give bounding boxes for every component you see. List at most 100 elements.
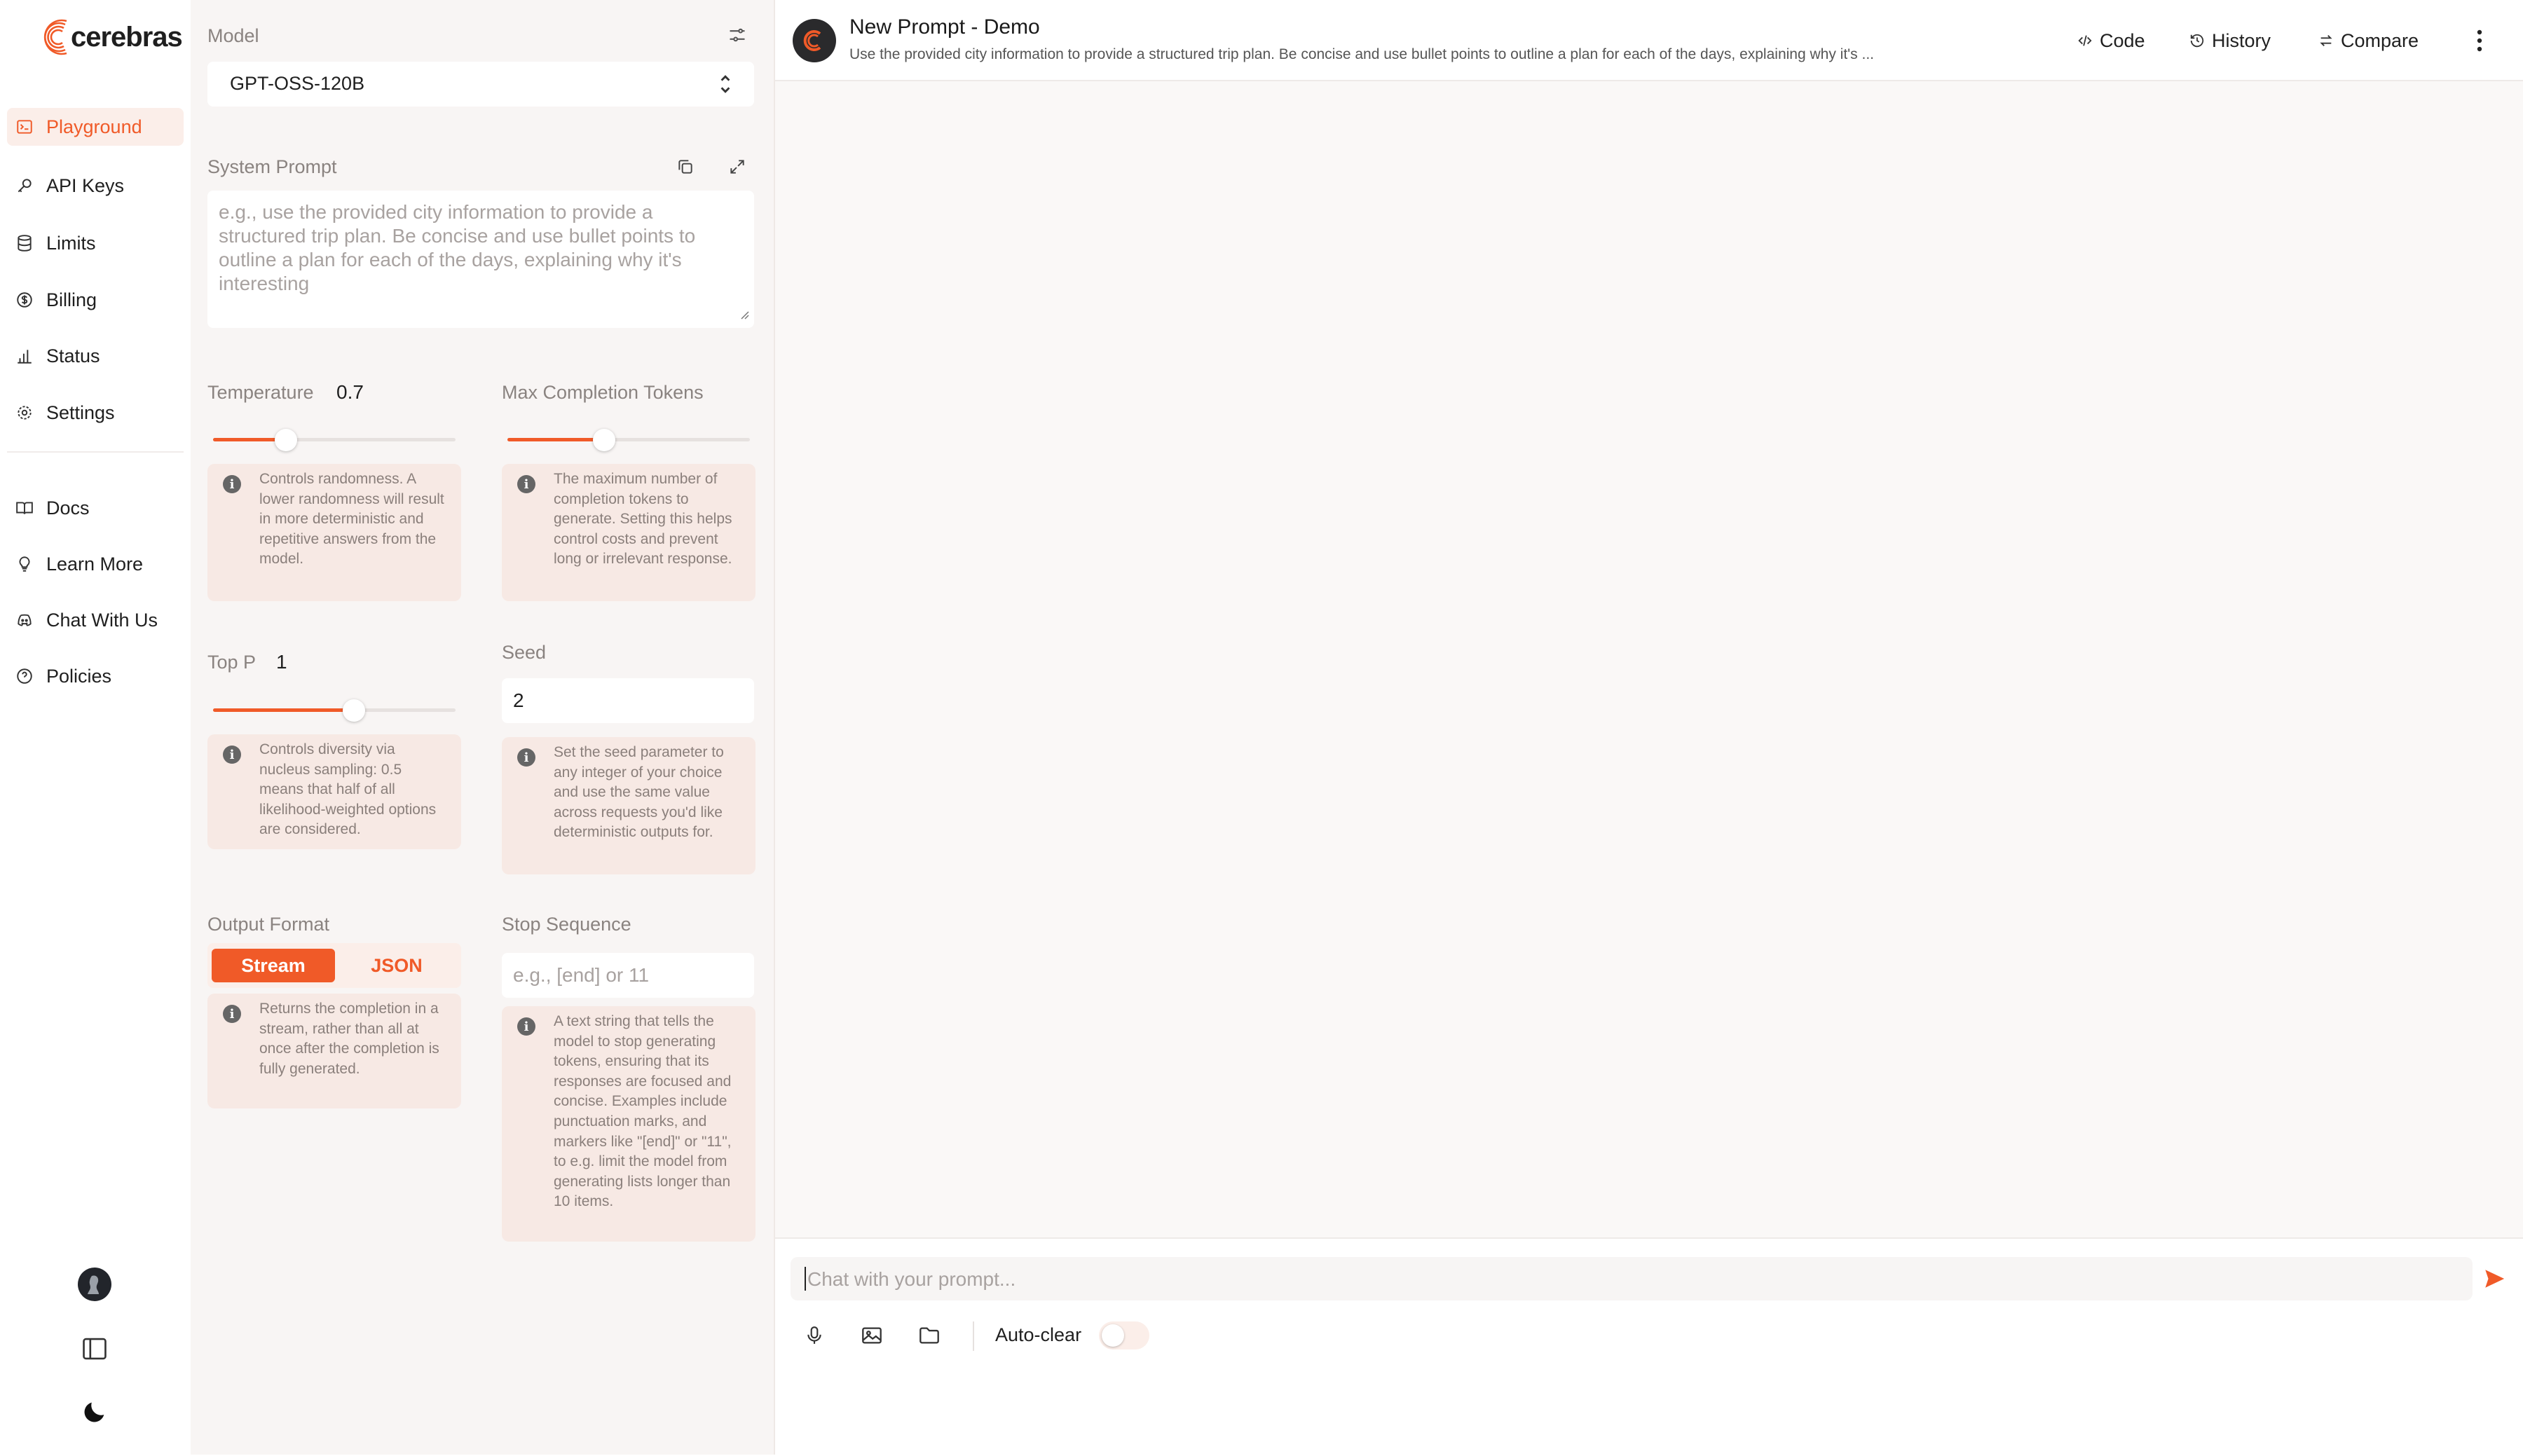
seed-value: 2 xyxy=(513,689,524,711)
json-option-button[interactable]: JSON xyxy=(336,949,457,982)
chat-input[interactable]: Chat with your prompt... xyxy=(791,1257,2473,1300)
sidebar-item-chat-with-us[interactable]: Chat With Us xyxy=(7,601,184,639)
auto-clear-label: Auto-clear xyxy=(995,1324,1082,1345)
book-icon xyxy=(14,497,35,518)
cerebras-logo[interactable]: cerebras xyxy=(39,13,183,62)
gear-icon xyxy=(14,402,35,423)
sidebar-item-policies[interactable]: Policies xyxy=(7,657,184,695)
sidebar-toggle-icon[interactable] xyxy=(77,1331,112,1366)
history-icon xyxy=(2189,33,2205,48)
sidebar-item-billing[interactable]: Billing xyxy=(7,281,184,319)
seed-input[interactable]: 2 xyxy=(502,678,754,723)
discord-icon xyxy=(14,610,35,631)
info-text: Returns the completion in a stream, rath… xyxy=(259,1001,439,1077)
model-value: GPT-OSS-120B xyxy=(230,73,365,94)
slider-fill xyxy=(507,438,605,441)
stop-sequence-placeholder: e.g., [end] or 11 xyxy=(513,964,650,986)
info-text: Controls randomness. A lower randomness … xyxy=(259,471,444,568)
sidebar-item-playground[interactable]: Playground xyxy=(7,108,184,146)
slider-fill xyxy=(213,708,354,712)
slider-thumb[interactable] xyxy=(274,429,297,451)
seed-label: Seed xyxy=(502,642,547,663)
top-p-label: Top P xyxy=(207,652,257,673)
code-button-label: Code xyxy=(2100,29,2145,51)
slider-thumb[interactable] xyxy=(342,699,365,722)
sidebar-item-label: Docs xyxy=(46,497,90,518)
info-text: Controls diversity via nucleus sampling:… xyxy=(259,741,437,838)
prompt-subtitle: Use the provided city information to pro… xyxy=(849,46,1875,62)
sidebar-item-status[interactable]: Status xyxy=(7,337,184,375)
dollar-icon xyxy=(14,289,35,310)
sidebar-item-label: Playground xyxy=(46,116,142,137)
info-text: Set the seed parameter to any integer of… xyxy=(554,744,724,841)
microphone-icon[interactable] xyxy=(799,1320,830,1351)
compare-button[interactable]: Compare xyxy=(2318,27,2419,55)
sidebar-item-label: Status xyxy=(46,345,100,366)
sidebar-item-learn-more[interactable]: Learn More xyxy=(7,545,184,583)
max-tokens-slider[interactable] xyxy=(507,426,750,454)
model-label: Model xyxy=(207,25,259,46)
stop-sequence-input[interactable]: e.g., [end] or 11 xyxy=(502,953,754,998)
seed-info: i Set the seed parameter to any integer … xyxy=(502,737,755,874)
terminal-icon xyxy=(14,116,35,137)
sidebar-item-label: Learn More xyxy=(46,553,144,575)
sidebar-nav: cerebras Playground API Keys Limits Bill… xyxy=(0,0,192,1455)
user-avatar[interactable] xyxy=(77,1267,112,1302)
chat-area xyxy=(775,0,2523,1455)
chevron-updown-icon xyxy=(718,71,733,100)
stream-option-button[interactable]: Stream xyxy=(212,949,335,982)
composer: Chat with your prompt... Auto-clear xyxy=(775,1237,2523,1456)
output-format-label: Output Format xyxy=(207,914,330,935)
avatar-image xyxy=(78,1268,111,1301)
info-text: The maximum number of completion tokens … xyxy=(554,471,732,568)
settings-panel: Model GPT-OSS-120B System Prompt e.g., u… xyxy=(191,0,775,1455)
folder-icon[interactable] xyxy=(914,1320,945,1351)
nav-divider xyxy=(7,451,184,453)
system-prompt-label: System Prompt xyxy=(207,156,337,177)
info-icon: i xyxy=(223,746,241,764)
top-p-slider[interactable] xyxy=(213,696,456,724)
temperature-label: Temperature xyxy=(207,382,314,403)
temperature-value: 0.7 xyxy=(336,381,364,403)
lightbulb-icon xyxy=(14,554,35,575)
more-options-icon[interactable] xyxy=(2464,25,2495,56)
expand-icon[interactable] xyxy=(723,153,751,181)
history-button-label: History xyxy=(2212,29,2271,51)
max-tokens-info: i The maximum number of completion token… xyxy=(502,464,755,601)
info-icon: i xyxy=(517,748,535,767)
slider-thumb[interactable] xyxy=(593,429,616,451)
max-tokens-label: Max Completion Tokens xyxy=(502,382,704,403)
prompt-title: New Prompt - Demo xyxy=(849,15,1040,39)
sidebar-item-docs[interactable]: Docs xyxy=(7,489,184,527)
info-icon: i xyxy=(223,475,241,493)
code-icon xyxy=(2077,33,2093,48)
copy-icon[interactable] xyxy=(671,153,699,181)
auto-clear-toggle[interactable] xyxy=(1099,1321,1149,1349)
info-icon: i xyxy=(223,1005,241,1023)
prompt-header: New Prompt - Demo Use the provided city … xyxy=(775,0,2523,81)
model-select[interactable]: GPT-OSS-120B xyxy=(207,62,754,107)
compare-button-label: Compare xyxy=(2341,29,2419,51)
image-icon[interactable] xyxy=(856,1320,887,1351)
sidebar-item-settings[interactable]: Settings xyxy=(7,394,184,432)
temperature-slider[interactable] xyxy=(213,426,456,454)
stop-sequence-label: Stop Sequence xyxy=(502,914,631,935)
info-text: A text string that tells the model to st… xyxy=(554,1013,732,1210)
code-button[interactable]: Code xyxy=(2077,27,2145,55)
moon-icon[interactable] xyxy=(77,1394,112,1429)
sidebar-item-api-keys[interactable]: API Keys xyxy=(7,167,184,205)
key-icon xyxy=(14,175,35,196)
resize-handle-icon[interactable] xyxy=(737,308,750,324)
sidebar-item-label: Limits xyxy=(46,232,96,254)
compare-arrows-icon xyxy=(2318,33,2334,48)
system-prompt-placeholder: e.g., use the provided city information … xyxy=(219,201,696,294)
cerebras-logo-mark xyxy=(43,19,67,55)
system-prompt-textarea[interactable]: e.g., use the provided city information … xyxy=(207,191,754,328)
bar-chart-icon xyxy=(14,345,35,366)
sidebar-item-label: Billing xyxy=(46,289,97,310)
sliders-icon[interactable] xyxy=(723,21,751,49)
toggle-knob xyxy=(1102,1324,1124,1347)
history-button[interactable]: History xyxy=(2189,27,2271,55)
sidebar-item-limits[interactable]: Limits xyxy=(7,224,184,262)
send-icon[interactable] xyxy=(2475,1260,2513,1298)
